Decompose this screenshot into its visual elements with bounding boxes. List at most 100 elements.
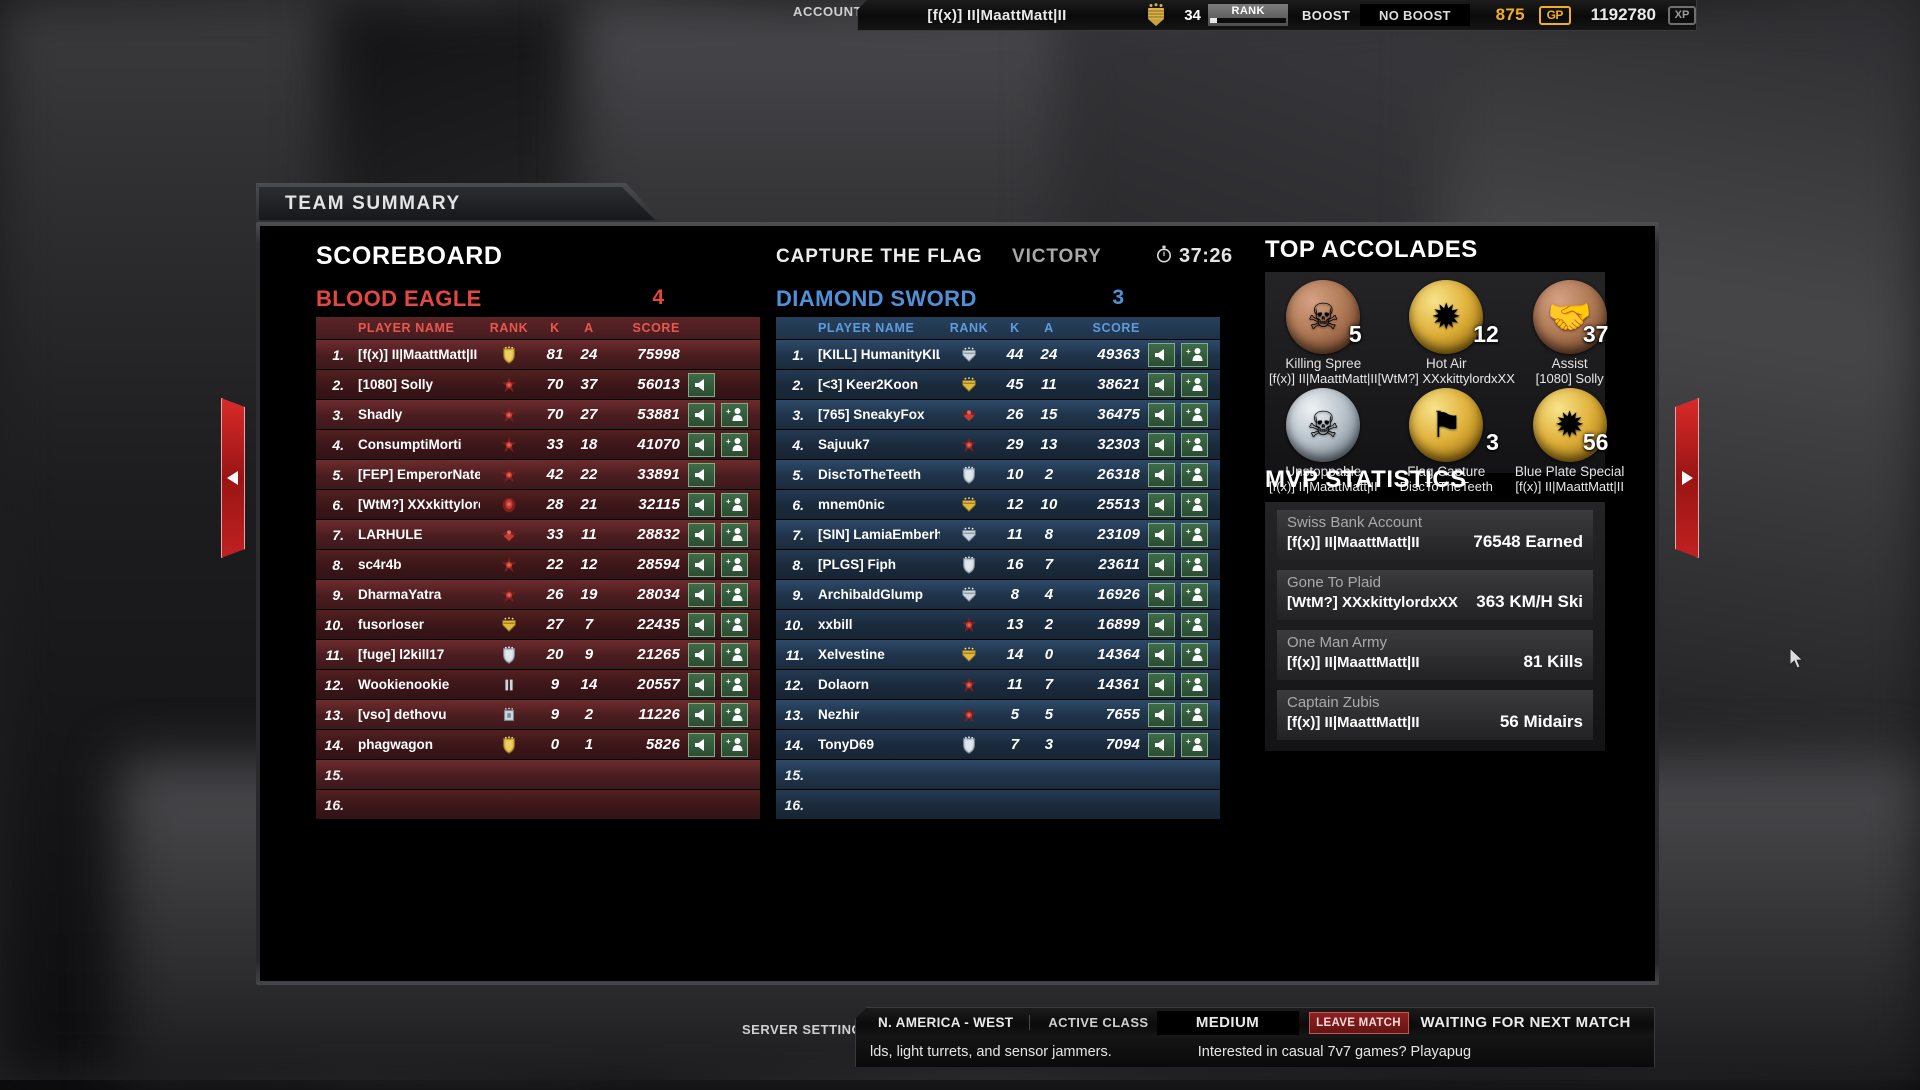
- active-class-value[interactable]: MEDIUM: [1156, 1010, 1299, 1035]
- mute-player-button[interactable]: [1148, 582, 1175, 607]
- mute-player-button[interactable]: [688, 732, 715, 757]
- mvp-stat-player: [f(x)] II|MaattMatt|II: [1287, 534, 1420, 551]
- mute-player-button[interactable]: [688, 402, 715, 427]
- table-row[interactable]: 6. mnem0nic 12 10 25513 +: [776, 490, 1220, 519]
- add-friend-button[interactable]: +: [1181, 582, 1208, 607]
- mute-player-button[interactable]: [1148, 702, 1175, 727]
- table-row[interactable]: 14. TonyD69 7 3 7094 +: [776, 730, 1220, 759]
- table-row[interactable]: 15.: [316, 760, 760, 789]
- add-friend-button[interactable]: +: [721, 642, 748, 667]
- mute-player-button[interactable]: [688, 582, 715, 607]
- mute-player-button[interactable]: [1148, 492, 1175, 517]
- add-friend-button[interactable]: +: [1181, 372, 1208, 397]
- region-selector[interactable]: N. AMERICA - WEST: [878, 1015, 1031, 1030]
- table-row[interactable]: 2. [1080] Solly 70 37 56013: [316, 370, 760, 399]
- mvp-stat-player: [f(x)] II|MaattMatt|II: [1287, 654, 1420, 671]
- table-row[interactable]: 11. [fuge] l2kill17 20 9 21265 +: [316, 640, 760, 669]
- table-row[interactable]: 4. Sajuuk7 29 13 32303 +: [776, 430, 1220, 459]
- add-friend-button[interactable]: +: [1181, 402, 1208, 427]
- table-row[interactable]: 14. phagwagon 0 1 5826 +: [316, 730, 760, 759]
- mute-player-button[interactable]: [688, 612, 715, 637]
- table-row[interactable]: 8. [PLGS] Fiph 16 7 23611 +: [776, 550, 1220, 579]
- table-row[interactable]: 8. sc4r4b 22 12 28594 +: [316, 550, 760, 579]
- mute-player-button[interactable]: [1148, 342, 1175, 367]
- add-friend-button[interactable]: +: [721, 402, 748, 427]
- add-friend-button[interactable]: +: [1181, 492, 1208, 517]
- table-row[interactable]: 1. [KILL] HumanityKILLS 44 24 49363 +: [776, 340, 1220, 369]
- table-row[interactable]: 5. [FEP] EmperorNate 42 22 33891: [316, 460, 760, 489]
- table-row[interactable]: 4. ConsumptiMorti 33 18 41070 +: [316, 430, 760, 459]
- row-position: 10.: [784, 616, 804, 633]
- mute-player-button[interactable]: [688, 432, 715, 457]
- add-friend-button[interactable]: +: [1181, 672, 1208, 697]
- table-row[interactable]: 16.: [316, 790, 760, 819]
- add-friend-button[interactable]: +: [1181, 732, 1208, 757]
- table-row[interactable]: 1. [f(x)] II|MaattMatt|II 81 24 75998: [316, 340, 760, 369]
- svg-text:+: +: [1186, 677, 1191, 686]
- server-settings-label[interactable]: SERVER SETTINGS: [742, 1022, 871, 1037]
- mute-player-button[interactable]: [688, 372, 715, 397]
- add-friend-button[interactable]: +: [721, 432, 748, 457]
- table-row[interactable]: 9. DharmaYatra 26 19 28034 +: [316, 580, 760, 609]
- add-friend-button[interactable]: +: [721, 702, 748, 727]
- table-row[interactable]: 13. [vso] dethovu 9 2 11226 +: [316, 700, 760, 729]
- add-friend-button[interactable]: +: [721, 732, 748, 757]
- mute-player-button[interactable]: [688, 642, 715, 667]
- column-assists: A: [584, 321, 594, 335]
- row-score: 21265: [637, 646, 680, 663]
- add-friend-button[interactable]: +: [721, 552, 748, 577]
- add-friend-button[interactable]: +: [1181, 462, 1208, 487]
- table-row[interactable]: 5. DiscToTheTeeth 10 2 26318 +: [776, 460, 1220, 489]
- table-row[interactable]: 13. Nezhir 5 5 7655 +: [776, 700, 1220, 729]
- accolade-count: 12: [1473, 321, 1499, 347]
- mute-player-button[interactable]: [688, 492, 715, 517]
- prev-page-button[interactable]: [221, 398, 245, 558]
- next-page-button[interactable]: [1675, 398, 1699, 558]
- mute-player-button[interactable]: [1148, 372, 1175, 397]
- add-friend-button[interactable]: +: [721, 522, 748, 547]
- mute-player-button[interactable]: [1148, 642, 1175, 667]
- mute-player-button[interactable]: [1148, 432, 1175, 457]
- add-friend-button[interactable]: +: [1181, 642, 1208, 667]
- row-player-name: [<3] Keer2Koon: [818, 377, 919, 392]
- mute-player-button[interactable]: [1148, 672, 1175, 697]
- mute-player-button[interactable]: [688, 672, 715, 697]
- add-friend-button[interactable]: +: [1181, 702, 1208, 727]
- mute-player-button[interactable]: [688, 552, 715, 577]
- table-row[interactable]: 3. Shadly 70 27 53881 +: [316, 400, 760, 429]
- add-friend-button[interactable]: +: [1181, 342, 1208, 367]
- add-friend-button[interactable]: +: [721, 582, 748, 607]
- mute-player-button[interactable]: [1148, 552, 1175, 577]
- mute-player-button[interactable]: [688, 522, 715, 547]
- table-row[interactable]: 11. Xelvestine 14 0 14364 +: [776, 640, 1220, 669]
- mute-player-button[interactable]: [1148, 462, 1175, 487]
- table-row[interactable]: 12. Dolaorn 11 7 14361 +: [776, 670, 1220, 699]
- table-row[interactable]: 3. [765] SneakyFox 26 15 36475 +: [776, 400, 1220, 429]
- table-row[interactable]: 16.: [776, 790, 1220, 819]
- boost-value[interactable]: NO BOOST: [1360, 4, 1470, 26]
- leave-match-button[interactable]: LEAVE MATCH: [1308, 1011, 1409, 1034]
- mute-player-button[interactable]: [688, 702, 715, 727]
- table-row[interactable]: 10. xxbill 13 2 16899 +: [776, 610, 1220, 639]
- table-row[interactable]: 7. [SIN] LamiaEmberheart 11 8 23109 +: [776, 520, 1220, 549]
- table-row[interactable]: 6. [WtM?] XXxkittylordxXX 28 21 32115 +: [316, 490, 760, 519]
- add-friend-button[interactable]: +: [1181, 612, 1208, 637]
- mute-player-button[interactable]: [1148, 732, 1175, 757]
- mute-player-button[interactable]: [1148, 402, 1175, 427]
- add-friend-button[interactable]: +: [721, 612, 748, 637]
- table-row[interactable]: 7. LARHULE 33 11 28832 +: [316, 520, 760, 549]
- add-friend-button[interactable]: +: [721, 672, 748, 697]
- add-friend-button[interactable]: +: [1181, 522, 1208, 547]
- mute-player-button[interactable]: [688, 462, 715, 487]
- table-row[interactable]: 2. [<3] Keer2Koon 45 11 38621 +: [776, 370, 1220, 399]
- table-row[interactable]: 12. Wookienookie 9 14 20557 +: [316, 670, 760, 699]
- table-row[interactable]: 15.: [776, 760, 1220, 789]
- add-friend-button[interactable]: +: [1181, 432, 1208, 457]
- add-friend-button[interactable]: +: [1181, 552, 1208, 577]
- add-friend-icon: +: [726, 497, 742, 511]
- add-friend-button[interactable]: +: [721, 492, 748, 517]
- mute-player-button[interactable]: [1148, 522, 1175, 547]
- table-row[interactable]: 9. ArchibaldGlump 8 4 16926 +: [776, 580, 1220, 609]
- table-row[interactable]: 10. fusorloser 27 7 22435 +: [316, 610, 760, 639]
- mute-player-button[interactable]: [1148, 612, 1175, 637]
